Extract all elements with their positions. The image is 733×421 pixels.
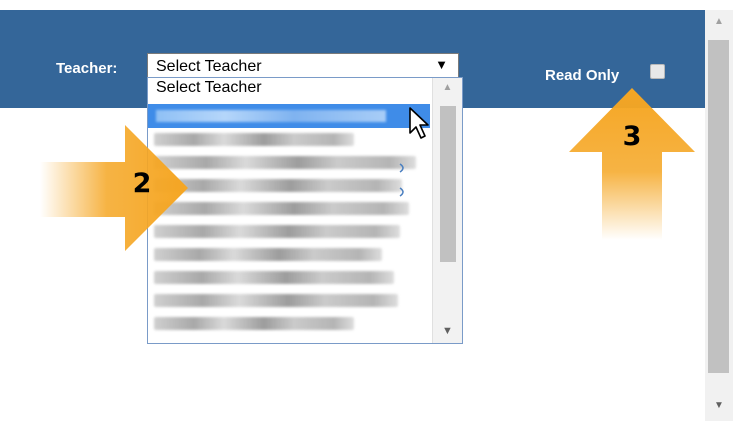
dropdown-scroll-thumb[interactable]	[440, 106, 456, 262]
scroll-down-icon[interactable]: ▼	[705, 400, 733, 411]
read-only-label: Read Only	[545, 67, 620, 84]
teacher-label: Teacher:	[56, 60, 118, 77]
blurred-option-text	[154, 271, 394, 284]
blurred-option-text	[154, 294, 398, 307]
callout-arrow-3	[569, 88, 695, 240]
teacher-select[interactable]: Select Teacher ▼	[147, 53, 459, 80]
read-only-checkbox[interactable]	[650, 64, 665, 79]
blurred-option-text	[154, 317, 354, 330]
callout-number-2: 2	[132, 168, 152, 199]
scroll-down-icon[interactable]: ▼	[433, 325, 462, 337]
dropdown-scrollbar[interactable]: ▲ ▼	[432, 78, 462, 343]
dropdown-option[interactable]	[148, 289, 430, 311]
teacher-select-value: Select Teacher	[156, 58, 262, 75]
dropdown-option-label: Select Teacher	[156, 79, 262, 96]
callout-number-3: 3	[622, 121, 642, 152]
page-scrollbar[interactable]: ▲ ▼	[705, 10, 733, 421]
page-scroll-thumb[interactable]	[708, 40, 729, 373]
callout-arrow-2	[40, 125, 188, 251]
mouse-pointer-icon	[409, 107, 429, 139]
dropdown-arrow-icon[interactable]: ▼	[435, 57, 448, 72]
dropdown-option[interactable]: Select Teacher	[148, 79, 430, 101]
blurred-option-text	[156, 110, 386, 122]
partial-option-marks	[399, 163, 404, 197]
dropdown-option[interactable]	[148, 312, 430, 334]
scroll-up-icon[interactable]: ▲	[705, 16, 733, 27]
scroll-up-icon[interactable]: ▲	[433, 82, 462, 93]
dropdown-option[interactable]	[148, 266, 430, 288]
